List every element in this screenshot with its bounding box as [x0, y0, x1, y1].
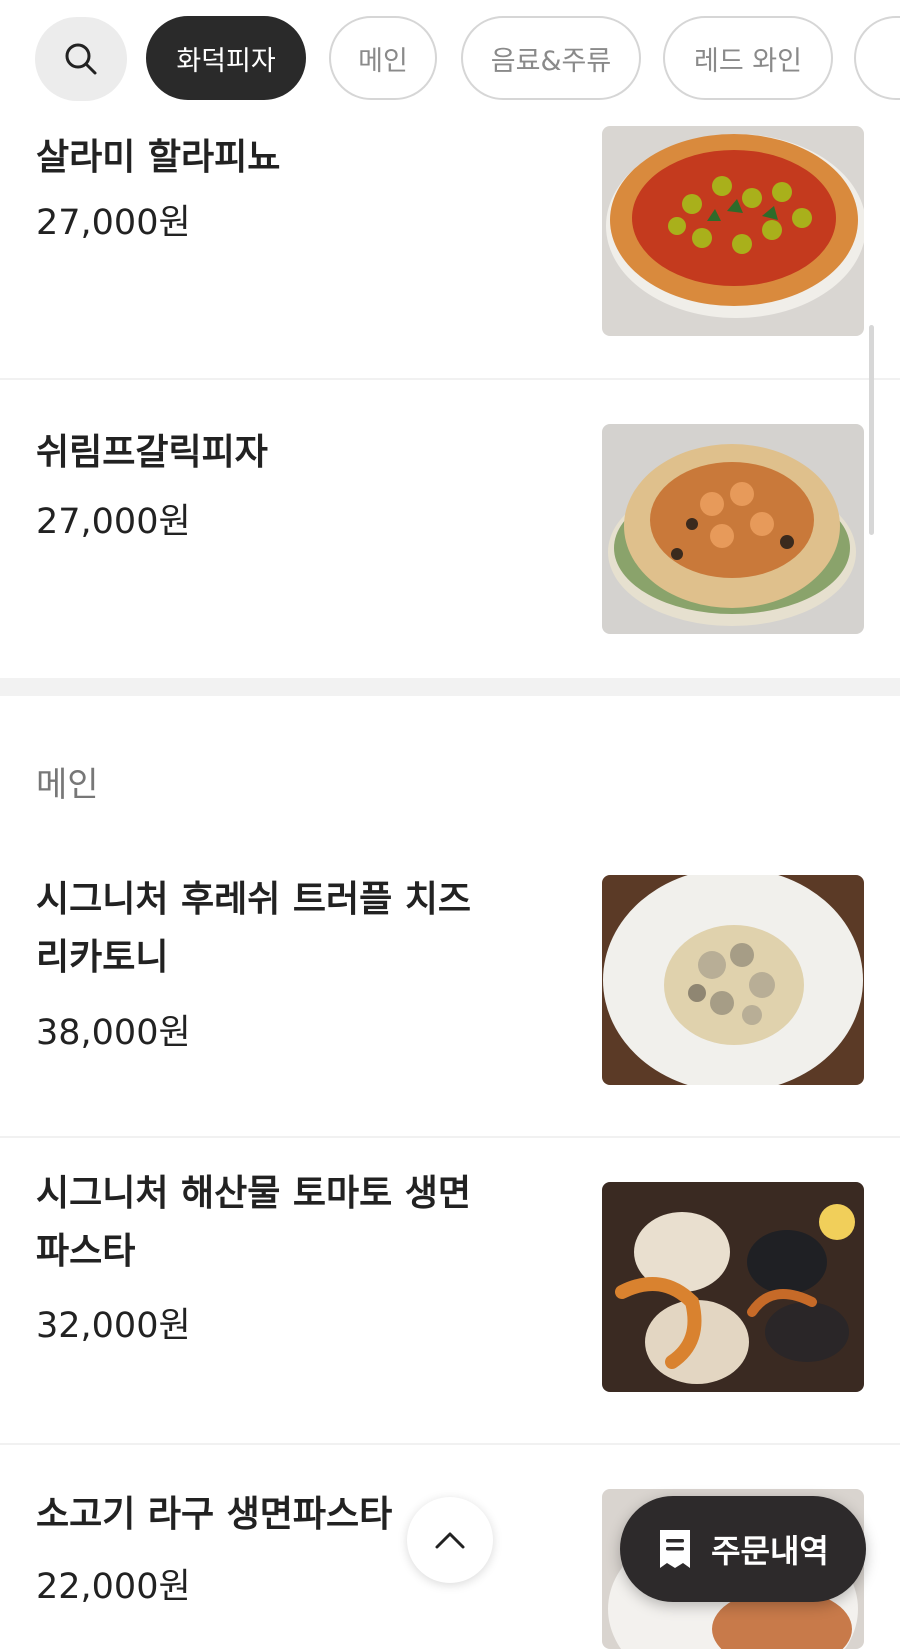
- menu-item[interactable]: 시그니처 해산물 토마토 생면 파스타 32,000원: [0, 1138, 900, 1442]
- order-history-button[interactable]: 주문내역: [620, 1496, 866, 1602]
- item-price: 27,000원: [36, 203, 191, 243]
- scrollbar[interactable]: [869, 325, 874, 535]
- chevron-up-icon: [435, 1532, 465, 1549]
- tab-wood-fired-pizza[interactable]: 화덕피자: [146, 16, 306, 100]
- category-tab-bar: 화덕피자 메인 음료&주류 레드 와인: [0, 0, 900, 120]
- search-icon: [65, 43, 97, 75]
- section-separator: [0, 678, 900, 696]
- menu-item[interactable]: 시그니처 후레쉬 트러플 치즈 리카토니 38,000원: [0, 860, 900, 1130]
- menu-item[interactable]: 살라미 할라피뇨 27,000원: [0, 120, 900, 378]
- item-photo: [602, 875, 864, 1085]
- tab-main[interactable]: 메인: [329, 16, 437, 100]
- item-price: 38,000원: [36, 1013, 191, 1053]
- tab-red-wine[interactable]: 레드 와인: [663, 16, 833, 100]
- item-name-line2: 리카토니: [36, 937, 169, 978]
- item-name: 쉬림프갈릭피자: [36, 432, 268, 473]
- item-photo: [602, 126, 864, 336]
- tab-next-partial[interactable]: [854, 16, 900, 100]
- item-name: 살라미 할라피뇨: [36, 137, 281, 178]
- search-button[interactable]: [35, 17, 127, 101]
- item-name: 소고기 라구 생면파스타: [36, 1494, 393, 1535]
- scroll-to-top-button[interactable]: [407, 1497, 493, 1583]
- menu-item[interactable]: 쉬림프갈릭피자 27,000원: [0, 380, 900, 675]
- item-photo: [602, 1182, 864, 1392]
- item-price: 22,000원: [36, 1567, 191, 1607]
- item-photo: [602, 424, 864, 634]
- item-name-line1: 시그니처 해산물 토마토 생면: [36, 1173, 472, 1214]
- item-name-line2: 파스타: [36, 1231, 136, 1272]
- section-title: 메인: [36, 765, 99, 805]
- item-name-line1: 시그니처 후레쉬 트러플 치즈: [36, 879, 472, 920]
- item-price: 32,000원: [36, 1306, 191, 1346]
- tab-drinks-liquor[interactable]: 음료&주류: [461, 16, 641, 100]
- receipt-icon: [660, 1530, 691, 1568]
- order-history-label: 주문내역: [711, 1532, 829, 1570]
- item-price: 27,000원: [36, 502, 191, 542]
